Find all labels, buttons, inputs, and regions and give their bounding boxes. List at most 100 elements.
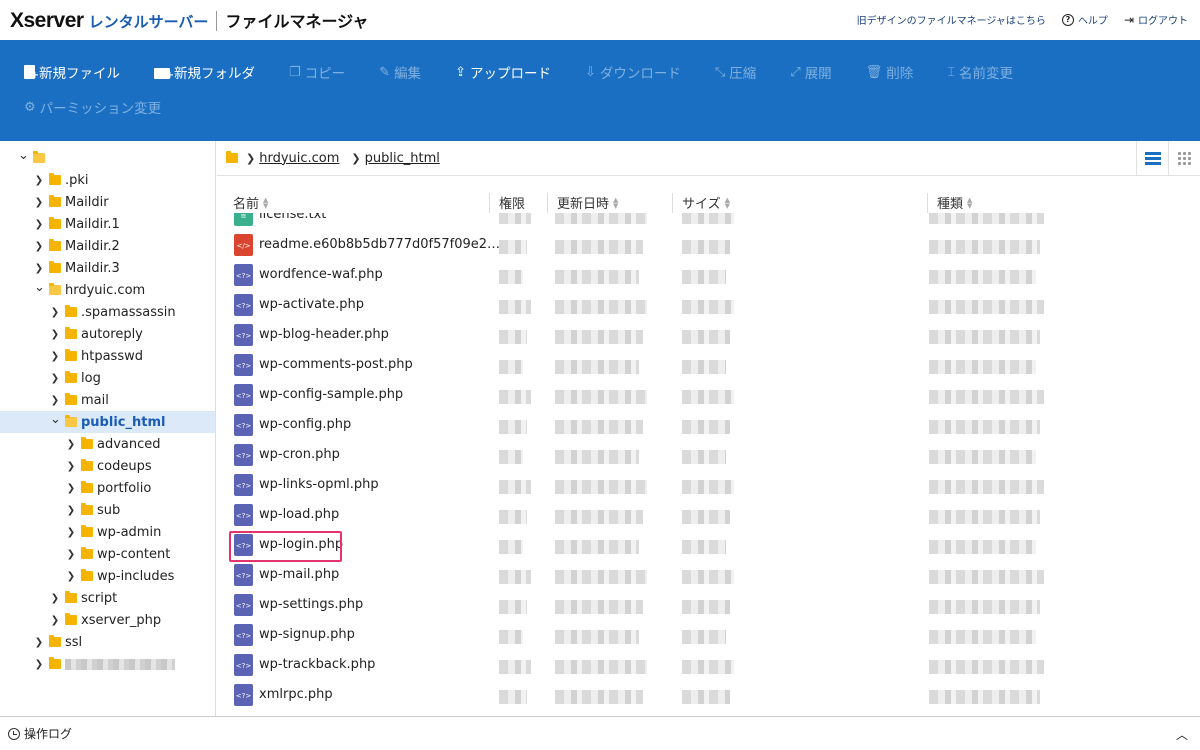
chevron-right-icon[interactable]: ❯ bbox=[66, 549, 76, 560]
logo[interactable]: Xserver レンタルサーバー ファイルマネージャ bbox=[10, 8, 368, 33]
column-divider[interactable] bbox=[672, 193, 673, 213]
chevron-right-icon[interactable]: ❯ bbox=[34, 197, 44, 208]
chevron-right-icon[interactable]: ❯ bbox=[50, 307, 60, 318]
file-row[interactable]: <?> wp-login.php bbox=[217, 530, 1200, 562]
chevron-right-icon[interactable]: ❯ bbox=[50, 615, 60, 626]
tree-item[interactable]: ❯ Maildir.1 bbox=[0, 213, 215, 235]
chevron-right-icon[interactable]: ❯ bbox=[34, 241, 44, 252]
col-name[interactable]: 名前 ▲ ▼ bbox=[233, 193, 268, 212]
new-file-button[interactable]: + 新規ファイル bbox=[24, 62, 120, 82]
upload-button[interactable]: ⇪ アップロード bbox=[455, 62, 551, 83]
file-row[interactable]: <?> wp-cron.php bbox=[217, 440, 1200, 470]
chevron-right-icon[interactable]: ❯ bbox=[50, 373, 60, 384]
file-row[interactable]: <?> wp-blog-header.php bbox=[217, 320, 1200, 350]
tree-item[interactable]: ⌄ bbox=[0, 141, 215, 169]
logout-link[interactable]: ⇥ ログアウト bbox=[1124, 12, 1188, 28]
tree-item[interactable]: ❯ codeups bbox=[0, 455, 215, 477]
copy-button[interactable]: ❐ コピー bbox=[289, 62, 345, 83]
tree-item[interactable]: ❯ wp-includes bbox=[0, 565, 215, 587]
chevron-right-icon[interactable]: ❯ bbox=[50, 593, 60, 604]
chevron-right-icon[interactable]: ❯ bbox=[34, 263, 44, 274]
file-row[interactable]: <?> wp-mail.php bbox=[217, 560, 1200, 590]
chevron-right-icon[interactable]: ❯ bbox=[50, 329, 60, 340]
file-row[interactable]: <?> xmlrpc.php bbox=[217, 680, 1200, 710]
chevron-right-icon[interactable]: ❯ bbox=[66, 439, 76, 450]
tree-item[interactable]: ❯ advanced bbox=[0, 433, 215, 455]
tree-item[interactable]: ❯ Maildir bbox=[0, 191, 215, 213]
redacted-cell bbox=[499, 270, 523, 284]
tree-item[interactable]: ❯ .pki bbox=[0, 169, 215, 191]
tree-item[interactable]: ❯ portfolio bbox=[0, 477, 215, 499]
file-row[interactable]: <?> wp-config.php bbox=[217, 410, 1200, 440]
chevron-right-icon[interactable]: ❯ bbox=[66, 571, 76, 582]
file-row[interactable]: <?> wp-trackback.php bbox=[217, 650, 1200, 680]
tree-item[interactable]: ❯ wp-content bbox=[0, 543, 215, 565]
file-row[interactable]: </> readme.e60b8b5db777d0f57f09e2… bbox=[217, 230, 1200, 260]
chevron-up-icon[interactable]: ︿ bbox=[1176, 726, 1188, 743]
tree-item[interactable]: ❯ ssl bbox=[0, 631, 215, 653]
new-folder-button[interactable]: + 新規フォルダ bbox=[154, 62, 255, 82]
chevron-right-icon[interactable]: ❯ bbox=[50, 351, 60, 362]
old-design-link[interactable]: 旧デザインのファイルマネージャはこちら bbox=[857, 12, 1046, 27]
tree-item[interactable]: ❯ Maildir.2 bbox=[0, 235, 215, 257]
chevron-right-icon[interactable]: ❯ bbox=[34, 659, 44, 670]
rename-button[interactable]: ⌶ 名前変更 bbox=[947, 62, 1013, 83]
chevron-right-icon[interactable]: ❯ bbox=[34, 219, 44, 230]
col-type[interactable]: 種類 ▲ ▼ bbox=[937, 193, 972, 212]
file-row[interactable]: <?> wp-config-sample.php bbox=[217, 380, 1200, 410]
list-view-button[interactable] bbox=[1136, 141, 1168, 176]
col-modified[interactable]: 更新日時 ▲ ▼ bbox=[557, 193, 618, 212]
tree-item[interactable]: ❯ htpasswd bbox=[0, 345, 215, 367]
chevron-right-icon[interactable]: ❯ bbox=[50, 395, 60, 406]
root-folder-icon[interactable] bbox=[226, 151, 238, 163]
file-row[interactable]: <?> wp-load.php bbox=[217, 500, 1200, 530]
column-divider[interactable] bbox=[547, 193, 548, 213]
file-row[interactable]: <?> wp-activate.php bbox=[217, 290, 1200, 320]
edit-button[interactable]: ✎ 編集 bbox=[379, 62, 421, 83]
chevron-down-icon[interactable]: ⌄ bbox=[18, 148, 29, 163]
extract-button[interactable]: ⤢ 展開 bbox=[790, 62, 831, 83]
tree-item[interactable]: ❯ autoreply bbox=[0, 323, 215, 345]
compress-button[interactable]: ⤡ 圧縮 bbox=[715, 62, 756, 83]
download-button[interactable]: ⇩ ダウンロード bbox=[585, 62, 681, 83]
file-rows: ≡ license.txt </> readme.e60b8b5db777d0f57f… bbox=[217, 213, 1200, 716]
chevron-right-icon[interactable]: ❯ bbox=[66, 483, 76, 494]
file-row[interactable]: ≡ license.txt bbox=[217, 213, 1200, 230]
chevron-right-icon[interactable]: ❯ bbox=[34, 175, 44, 186]
php-file-icon: <?> bbox=[234, 654, 253, 676]
tree-item[interactable]: ❯ wp-admin bbox=[0, 521, 215, 543]
file-row[interactable]: <?> wp-settings.php bbox=[217, 590, 1200, 620]
col-size[interactable]: サイズ ▲ ▼ bbox=[682, 193, 730, 212]
tree-item[interactable]: ❯ mail bbox=[0, 389, 215, 411]
chevron-down-icon[interactable]: ⌄ bbox=[34, 280, 45, 295]
file-row[interactable]: <?> wp-comments-post.php bbox=[217, 350, 1200, 380]
permission-button[interactable]: ⚙ パーミッション変更 bbox=[24, 97, 161, 118]
column-divider[interactable] bbox=[927, 193, 928, 213]
breadcrumb-item[interactable]: public_html bbox=[365, 151, 440, 166]
chevron-right-icon[interactable]: ❯ bbox=[66, 461, 76, 472]
chevron-right-icon[interactable]: ❯ bbox=[66, 527, 76, 538]
file-row[interactable]: <?> wordfence-waf.php bbox=[217, 260, 1200, 290]
breadcrumb-item[interactable]: hrdyuic.com bbox=[259, 151, 339, 166]
column-divider[interactable] bbox=[489, 193, 490, 213]
chevron-right-icon[interactable]: ❯ bbox=[34, 637, 44, 648]
delete-button[interactable]: 🗑 削除 bbox=[866, 62, 914, 83]
tree-item[interactable]: ⌄ public_html bbox=[0, 411, 215, 433]
chevron-right-icon[interactable]: ❯ bbox=[66, 505, 76, 516]
tree-item[interactable]: ❯ .spamassassin bbox=[0, 301, 215, 323]
tree-item[interactable]: ⌄ hrdyuic.com bbox=[0, 279, 215, 301]
file-row[interactable]: <?> wp-signup.php bbox=[217, 620, 1200, 650]
file-row[interactable]: <?> wp-links-opml.php bbox=[217, 470, 1200, 500]
tree-item[interactable]: ❯ bbox=[0, 653, 215, 675]
grid-view-button[interactable] bbox=[1168, 141, 1200, 176]
tree-item[interactable]: ❯ Maildir.3 bbox=[0, 257, 215, 279]
chevron-down-icon[interactable]: ⌄ bbox=[50, 412, 61, 427]
tree-item[interactable]: ❯ log bbox=[0, 367, 215, 389]
tree-item[interactable]: ❯ script bbox=[0, 587, 215, 609]
tree-item[interactable]: ❯ xserver_php bbox=[0, 609, 215, 631]
tree-item[interactable]: ❯ sub bbox=[0, 499, 215, 521]
help-link[interactable]: ? ヘルプ bbox=[1061, 12, 1108, 27]
col-permission[interactable]: 権限 bbox=[499, 193, 525, 212]
tree-item-label: .pki bbox=[65, 172, 89, 188]
operation-log-bar[interactable]: 操作ログ ︿ bbox=[0, 716, 1200, 750]
